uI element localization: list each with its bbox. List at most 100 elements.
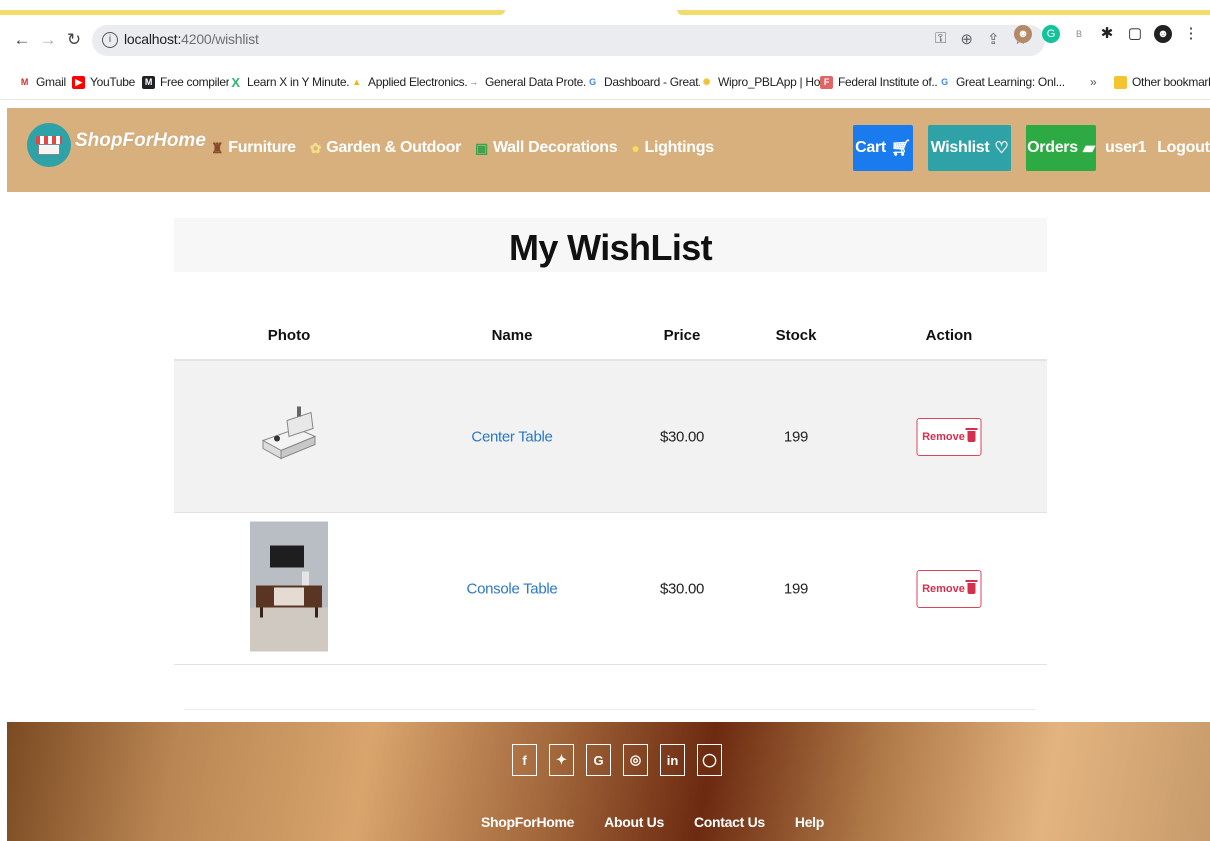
social-links: f ✦ G ◎ in ◯ — [512, 744, 722, 776]
wishlist-label: Wishlist — [930, 139, 990, 156]
learnx-icon: X — [229, 75, 242, 89]
footer-link-about-us[interactable]: About Us — [604, 814, 664, 830]
remove-label: Remove — [922, 430, 965, 443]
nav-lightings[interactable]: ● Lightings — [631, 139, 715, 157]
bookmark-learnx[interactable]: X Learn X in Y Minute... — [229, 75, 356, 89]
table-row: Center Table $30.00 199 Remove — [174, 361, 1047, 513]
content-divider — [184, 709, 1036, 710]
gmail-icon: M — [18, 75, 31, 89]
console-table-image — [250, 521, 328, 651]
address-bar[interactable]: i localhost:4200/wishlist ⚿ ⊕ ⇪ ☆ — [92, 25, 1045, 56]
product-photo — [250, 521, 328, 656]
instagram-icon[interactable]: ◎ — [623, 744, 648, 776]
header-action: Action — [925, 327, 973, 344]
sidepanel-icon[interactable]: ▢ — [1126, 25, 1144, 43]
wishlist-button[interactable]: Wishlist ♡ — [928, 125, 1011, 171]
google-icon[interactable]: G — [586, 744, 611, 776]
bookmark-label: Free compiler — [160, 75, 230, 89]
cart-label: Cart — [855, 139, 886, 156]
extension-b-icon[interactable]: B — [1070, 25, 1088, 43]
account-nav: Cart 🛒︎ Wishlist ♡ Orders ▰ user1 Logout — [853, 125, 1210, 171]
linkedin-icon[interactable]: in — [660, 744, 685, 776]
facebook-icon[interactable]: f — [512, 744, 537, 776]
profile-avatar-icon[interactable]: ☻ — [1154, 25, 1172, 43]
zoom-icon[interactable]: ⊕ — [960, 30, 973, 48]
footer-links: ShopForHome About Us Contact Us Help — [481, 814, 824, 830]
product-name-link[interactable]: Console Table — [467, 580, 558, 597]
bulb-icon: ● — [631, 140, 640, 156]
picture-icon: ▣ — [475, 139, 488, 156]
remove-label: Remove — [922, 582, 965, 595]
remove-button[interactable]: Remove — [916, 417, 982, 456]
product-photo — [253, 398, 325, 475]
footer-link-help[interactable]: Help — [795, 814, 824, 830]
puzzle-icon[interactable]: ✱ — [1098, 25, 1116, 43]
brand-link[interactable]: ShopForHome — [27, 123, 206, 167]
tab-strip-accent-right — [677, 10, 1210, 15]
nav-wall-decorations[interactable]: ▣ Wall Decorations — [475, 139, 618, 157]
bookmark-federal[interactable]: F Federal Institute of... — [820, 75, 941, 89]
bookmark-label: Applied Electronics... — [368, 75, 474, 89]
nav-label: Wall Decorations — [492, 139, 618, 156]
product-price: $30.00 — [659, 580, 705, 597]
bookmark-youtube[interactable]: ▶ YouTube — [72, 75, 135, 89]
folder-icon — [1114, 75, 1127, 89]
product-name-link[interactable]: Center Table — [471, 428, 552, 445]
trash-icon — [965, 580, 978, 594]
bookmark-great-learning[interactable]: G Great Learning: Onl... — [938, 75, 1065, 89]
bookmark-gmail[interactable]: M Gmail — [18, 75, 66, 89]
twitter-icon[interactable]: ✦ — [549, 744, 574, 776]
center-table-image — [261, 406, 317, 459]
nav-label: Lightings — [644, 139, 715, 156]
compiler-icon: M — [142, 75, 155, 89]
info-icon[interactable]: i — [102, 32, 118, 48]
header-stock: Stock — [775, 327, 817, 344]
heart-icon: ♡ — [994, 140, 1009, 157]
bookmark-wipro[interactable]: ✺ Wipro_PBLApp | Ho... — [700, 75, 829, 89]
chair-icon: ♜ — [211, 139, 224, 156]
header-price: Price — [663, 327, 701, 344]
address-url: localhost:4200/wishlist — [124, 31, 259, 47]
nav-garden-outdoor[interactable]: ✿ Garden & Outdoor — [310, 139, 462, 157]
nav-furniture[interactable]: ♜ Furniture — [211, 139, 296, 157]
youtube-icon: ▶ — [72, 75, 85, 89]
key-icon[interactable]: ⚿ — [935, 30, 946, 48]
product-price: $30.00 — [659, 428, 705, 445]
user-link[interactable]: user1 — [1105, 139, 1147, 157]
bookmark-other[interactable]: Other bookmarks — [1114, 75, 1210, 89]
bookmark-label: Great Learning: Onl... — [956, 75, 1065, 89]
bookmark-general-data[interactable]: → General Data Prote... — [467, 75, 592, 89]
url-host: localhost: — [124, 31, 182, 47]
bookmark-label: Other bookmarks — [1132, 75, 1210, 89]
back-arrow-icon[interactable]: ← — [10, 28, 34, 52]
arrow-icon: → — [467, 75, 480, 89]
bookmarks-bar: M Gmail ▶ YouTube M Free compiler X Learn X … — [0, 64, 1210, 100]
forward-arrow-icon[interactable]: → — [36, 28, 60, 52]
cart-icon: 🛒︎ — [890, 140, 911, 157]
reload-icon[interactable]: ↻ — [62, 28, 86, 52]
wipro-icon: ✺ — [700, 75, 713, 89]
bookmark-applied-electronics[interactable]: ▲ Applied Electronics... — [350, 75, 474, 89]
logout-link[interactable]: Logout — [1157, 139, 1210, 157]
header-photo: Photo — [267, 327, 311, 344]
orders-button[interactable]: Orders ▰ — [1026, 125, 1096, 171]
page-title-bar: My WishList — [174, 218, 1047, 272]
footer-link-contact-us[interactable]: Contact Us — [694, 814, 765, 830]
share-icon[interactable]: ⇪ — [987, 30, 1000, 48]
footer-link-shopforhome[interactable]: ShopForHome — [481, 814, 574, 830]
cart-button[interactable]: Cart 🛒︎ — [853, 125, 913, 171]
remove-button[interactable]: Remove — [916, 569, 982, 608]
bookmarks-overflow-icon[interactable]: » — [1090, 75, 1097, 89]
github-icon[interactable]: ◯ — [697, 744, 722, 776]
menu-kebab-icon[interactable]: ⋮ — [1182, 25, 1200, 43]
product-stock: 199 — [783, 428, 809, 445]
grammarly-icon[interactable]: G — [1042, 25, 1060, 43]
bookmark-free-compiler[interactable]: M Free compiler — [142, 75, 230, 89]
extension-avatar-icon[interactable]: ☻ — [1014, 25, 1032, 43]
bookmark-label: Learn X in Y Minute... — [247, 75, 356, 89]
google-icon: G — [938, 75, 951, 89]
trash-icon — [965, 428, 978, 442]
table-header: Photo Name Price Stock Action — [174, 311, 1047, 361]
bookmark-dashboard[interactable]: G Dashboard - Great... — [586, 75, 708, 89]
bookmark-label: Dashboard - Great... — [604, 75, 708, 89]
